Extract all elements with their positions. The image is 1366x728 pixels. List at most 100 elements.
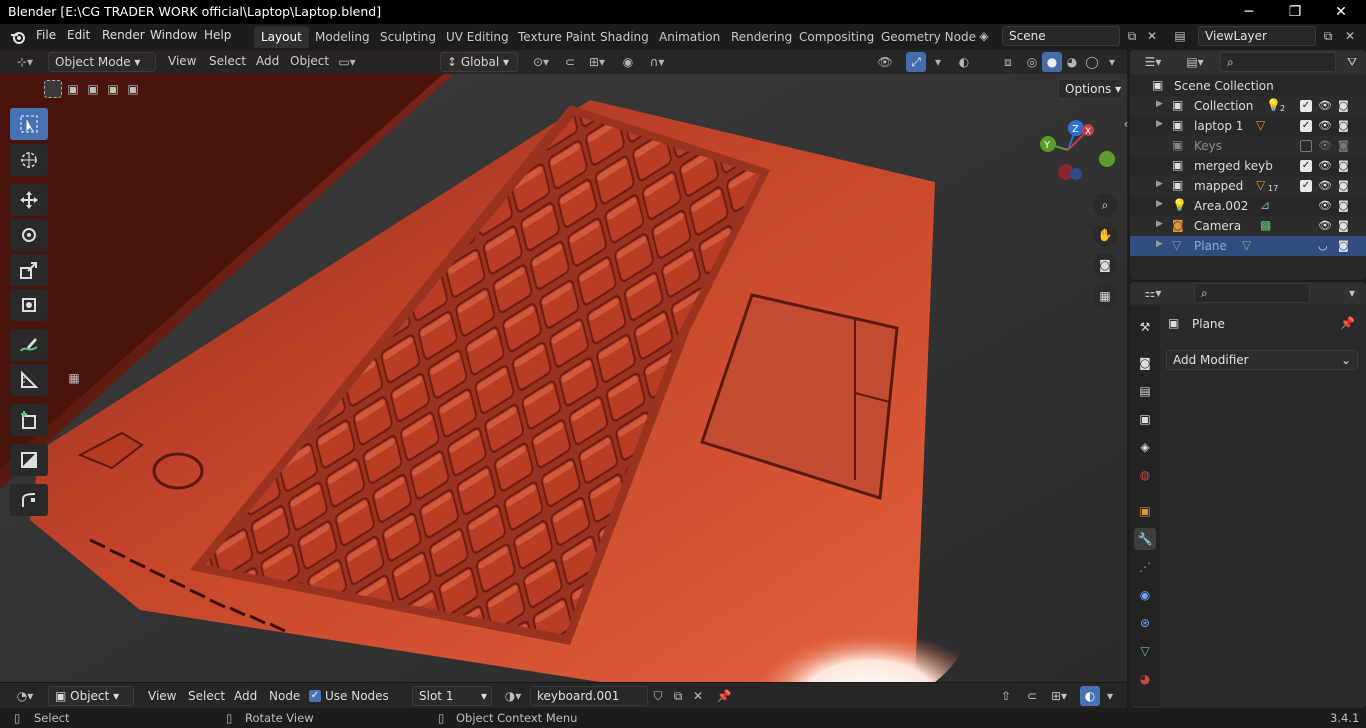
exclude-checkbox[interactable]: ✓: [1300, 180, 1312, 192]
tab-layout[interactable]: Layout: [254, 26, 309, 48]
output-tab-icon[interactable]: ▤: [1134, 380, 1156, 402]
gizmo-dropdown-icon[interactable]: ▭▾: [332, 52, 362, 72]
tab-rendering[interactable]: Rendering: [724, 26, 799, 48]
options-button[interactable]: Options ▾: [1058, 79, 1122, 99]
annotate-tool[interactable]: [10, 329, 48, 361]
material-name-field[interactable]: keyboard.001: [530, 686, 648, 706]
material-tab-icon[interactable]: ◕: [1134, 668, 1156, 690]
constraints-tab-icon[interactable]: ⊛: [1134, 612, 1156, 634]
outliner-row[interactable]: ▣ merged keyb ✓ 👁 ◙: [1130, 156, 1366, 176]
exclude-checkbox[interactable]: ✓: [1300, 120, 1312, 132]
node-snap-target-icon[interactable]: ⊞▾: [1044, 686, 1074, 706]
new-scene-icon[interactable]: ⧉: [1122, 26, 1142, 46]
remove-view-layer-icon[interactable]: ✕: [1340, 26, 1360, 46]
rotate-tool[interactable]: [10, 219, 48, 251]
camera-render-icon[interactable]: ◙: [1338, 159, 1349, 172]
shader-type-dropdown[interactable]: ▣ Object ▾: [48, 686, 134, 706]
3d-viewport[interactable]: [0, 50, 1127, 682]
expand-arrow-icon[interactable]: ▶: [1156, 99, 1163, 109]
menu-help[interactable]: Help: [204, 28, 231, 42]
eye-icon[interactable]: 👁: [1318, 139, 1332, 152]
rendered-shading-icon[interactable]: ◯: [1082, 52, 1102, 72]
eye-icon[interactable]: 👁: [1318, 159, 1332, 172]
blender-logo-icon[interactable]: [8, 27, 28, 47]
scene-tab-icon[interactable]: ◈: [1134, 436, 1156, 458]
expand-arrow-icon[interactable]: ▶: [1156, 219, 1163, 229]
exclude-checkbox[interactable]: [1300, 140, 1312, 152]
object-tab-icon[interactable]: ▣: [1134, 500, 1156, 522]
outliner-row[interactable]: ▶ ◙ Camera ▩ 👁 ◙: [1130, 216, 1366, 236]
menu-render[interactable]: Render: [102, 28, 145, 42]
expand-arrow-icon[interactable]: ▶: [1156, 239, 1163, 249]
physics-tab-icon[interactable]: ◉: [1134, 584, 1156, 606]
navigation-gizmo[interactable]: Z Y X: [1032, 116, 1122, 188]
tab-animation[interactable]: Animation: [652, 26, 727, 48]
expand-arrow-icon[interactable]: ▶: [1156, 119, 1163, 129]
fake-user-icon[interactable]: ⛉: [648, 686, 668, 706]
visibility-icon[interactable]: 👁: [872, 52, 898, 72]
filter-icon[interactable]: ⛛: [1342, 52, 1362, 72]
slot-dropdown[interactable]: Slot 1 ▾: [412, 686, 492, 706]
outliner-row[interactable]: ▶ ▣ Collection 💡 2 ✓ 👁 ◙: [1130, 96, 1366, 116]
select-extend-icon[interactable]: ▣: [64, 80, 82, 98]
shader-menu-select[interactable]: Select: [188, 689, 225, 703]
add-cube-tool[interactable]: [10, 404, 48, 436]
camera-render-icon[interactable]: ◙: [1338, 199, 1349, 212]
gizmo-toggle-icon[interactable]: ⤢: [906, 52, 926, 72]
unlink-material-icon[interactable]: ✕: [688, 686, 708, 706]
remove-scene-icon[interactable]: ✕: [1142, 26, 1162, 46]
world-tab-icon[interactable]: ◍: [1134, 464, 1156, 486]
outliner-row[interactable]: ▶ 💡 Area.002 ⊿ 👁 ◙: [1130, 196, 1366, 216]
shader-editor-type-icon[interactable]: ◔▾: [10, 686, 40, 706]
menu-edit[interactable]: Edit: [67, 28, 90, 42]
menu-window[interactable]: Window: [150, 28, 197, 42]
eye-icon[interactable]: 👁: [1318, 199, 1332, 212]
properties-type-icon[interactable]: ⚏▾: [1138, 283, 1168, 303]
pan-hand-icon[interactable]: ✋: [1093, 223, 1117, 247]
camera-render-icon[interactable]: ◙: [1338, 219, 1349, 232]
display-mode-icon[interactable]: ▤▾: [1180, 52, 1210, 72]
scale-tool[interactable]: [10, 254, 48, 286]
shear-tool[interactable]: [10, 444, 48, 476]
node-overlay-menu-icon[interactable]: ▾: [1100, 686, 1120, 706]
camera-render-icon[interactable]: ◙: [1338, 239, 1349, 252]
exclude-checkbox[interactable]: ✓: [1300, 100, 1312, 112]
eye-icon[interactable]: 👁: [1318, 219, 1332, 232]
snap-target-icon[interactable]: ⊞▾: [582, 52, 612, 72]
outliner-row[interactable]: ▶ ▣ mapped ▽ 17 ✓ 👁 ◙: [1130, 176, 1366, 196]
measure-tool[interactable]: [10, 364, 48, 396]
shading-options-icon[interactable]: ▾: [1102, 52, 1122, 72]
camera-render-icon[interactable]: ◙: [1338, 139, 1349, 152]
viewport-menu-add[interactable]: Add: [256, 54, 279, 68]
camera-render-icon[interactable]: ◙: [1338, 119, 1349, 132]
shader-menu-view[interactable]: View: [148, 689, 176, 703]
properties-search-input[interactable]: ⌕: [1194, 283, 1310, 303]
render-tab-icon[interactable]: ◙: [1134, 352, 1156, 374]
properties-options-icon[interactable]: ▾: [1342, 283, 1362, 303]
tab-sculpting[interactable]: Sculpting: [373, 26, 443, 48]
tab-modeling[interactable]: Modeling: [308, 26, 377, 48]
view-layer-field[interactable]: ViewLayer: [1198, 26, 1316, 46]
bend-tool[interactable]: [10, 484, 48, 516]
eye-closed-icon[interactable]: ◡: [1318, 239, 1328, 252]
pin-properties-icon[interactable]: 📌: [1340, 316, 1355, 330]
material-browse-icon[interactable]: ◑▾: [498, 686, 528, 706]
data-tab-icon[interactable]: ▽: [1134, 640, 1156, 662]
proportional-edit-icon[interactable]: ◉: [618, 52, 638, 72]
wireframe-shading-icon[interactable]: ◎: [1022, 52, 1042, 72]
cursor-tool[interactable]: [10, 144, 48, 176]
tool-tab-icon[interactable]: ⚒: [1134, 316, 1156, 338]
view-layer-icon[interactable]: ▤: [1170, 26, 1190, 46]
xray-icon[interactable]: ⧈: [998, 52, 1018, 72]
zoom-icon[interactable]: ⌕: [1093, 193, 1117, 217]
menu-file[interactable]: File: [36, 28, 56, 42]
modifier-tab-icon[interactable]: 🔧: [1134, 528, 1156, 550]
viewport-menu-view[interactable]: View: [168, 54, 196, 68]
parent-node-tree-icon[interactable]: ⇧: [996, 686, 1016, 706]
viewport-menu-select[interactable]: Select: [209, 54, 246, 68]
material-shading-icon[interactable]: ◕: [1062, 52, 1082, 72]
camera-render-icon[interactable]: ◙: [1338, 99, 1349, 112]
tab-shading[interactable]: Shading: [593, 26, 656, 48]
select-invert-icon[interactable]: ▣: [104, 80, 122, 98]
outliner-row[interactable]: ▣ Keys 👁 ◙: [1130, 136, 1366, 156]
